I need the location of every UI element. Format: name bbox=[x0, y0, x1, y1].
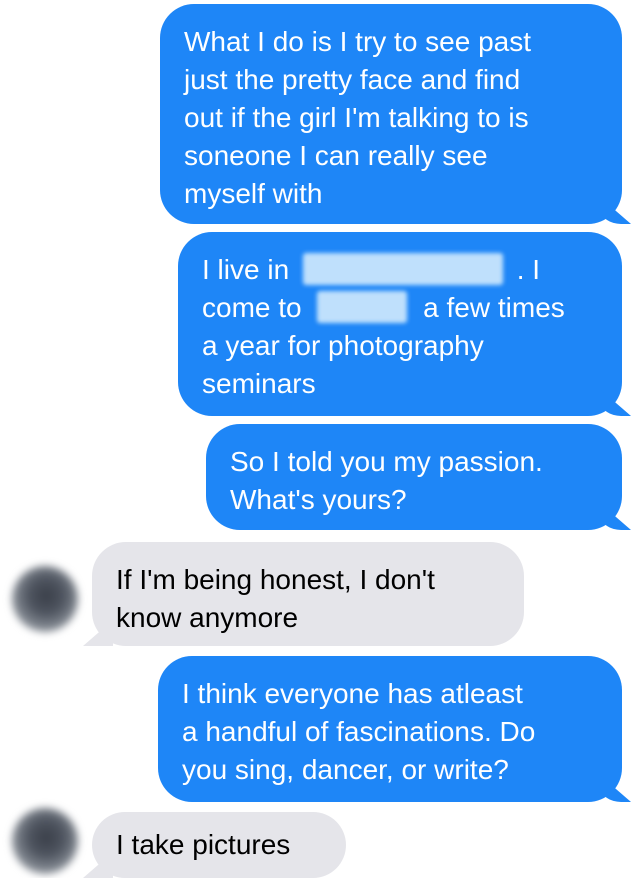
message-line: What's yours? bbox=[230, 484, 407, 515]
message-line: know anymore bbox=[116, 602, 299, 633]
message-line: I take pictures bbox=[116, 829, 291, 860]
contact-avatar[interactable] bbox=[12, 566, 78, 632]
contact-avatar[interactable] bbox=[12, 808, 78, 874]
message-line: myself with bbox=[184, 178, 323, 209]
message-line: come to a few times bbox=[202, 289, 598, 327]
sent-message-bubble[interactable]: So I told you my passion. What's yours? bbox=[206, 424, 622, 530]
message-line: just the pretty face and find bbox=[184, 64, 521, 95]
message-text: a few times bbox=[423, 292, 565, 323]
received-message-bubble[interactable]: I take pictures bbox=[92, 812, 346, 878]
message-line: you sing, dancer, or write? bbox=[182, 754, 509, 785]
message-line: a year for photography bbox=[202, 330, 484, 361]
message-line: seminars bbox=[202, 368, 316, 399]
message-text: . I bbox=[516, 254, 541, 285]
message-line: I live in . I bbox=[202, 251, 598, 289]
redacted-location-blur bbox=[302, 253, 503, 285]
message-line: What I do is I try to see past bbox=[184, 26, 532, 57]
sent-message-bubble[interactable]: I live in . I come to a few times a year… bbox=[178, 232, 622, 416]
message-line: I think everyone has atleast bbox=[182, 678, 523, 709]
sent-message-bubble[interactable]: What I do is I try to see past just the … bbox=[160, 4, 622, 224]
message-line: a handful of fascinations. Do bbox=[182, 716, 536, 747]
message-line: out if the girl I'm talking to is bbox=[184, 102, 529, 133]
message-line: soneone I can really see bbox=[184, 140, 488, 171]
message-line: If I'm being honest, I don't bbox=[116, 564, 435, 595]
sent-message-bubble[interactable]: I think everyone has atleast a handful o… bbox=[158, 656, 622, 802]
received-message-bubble[interactable]: If I'm being honest, I don't know anymor… bbox=[92, 542, 524, 646]
message-text: come to bbox=[202, 292, 302, 323]
message-line: So I told you my passion. bbox=[230, 446, 543, 477]
message-text: I live in bbox=[202, 254, 290, 285]
redacted-location-blur bbox=[317, 291, 408, 323]
